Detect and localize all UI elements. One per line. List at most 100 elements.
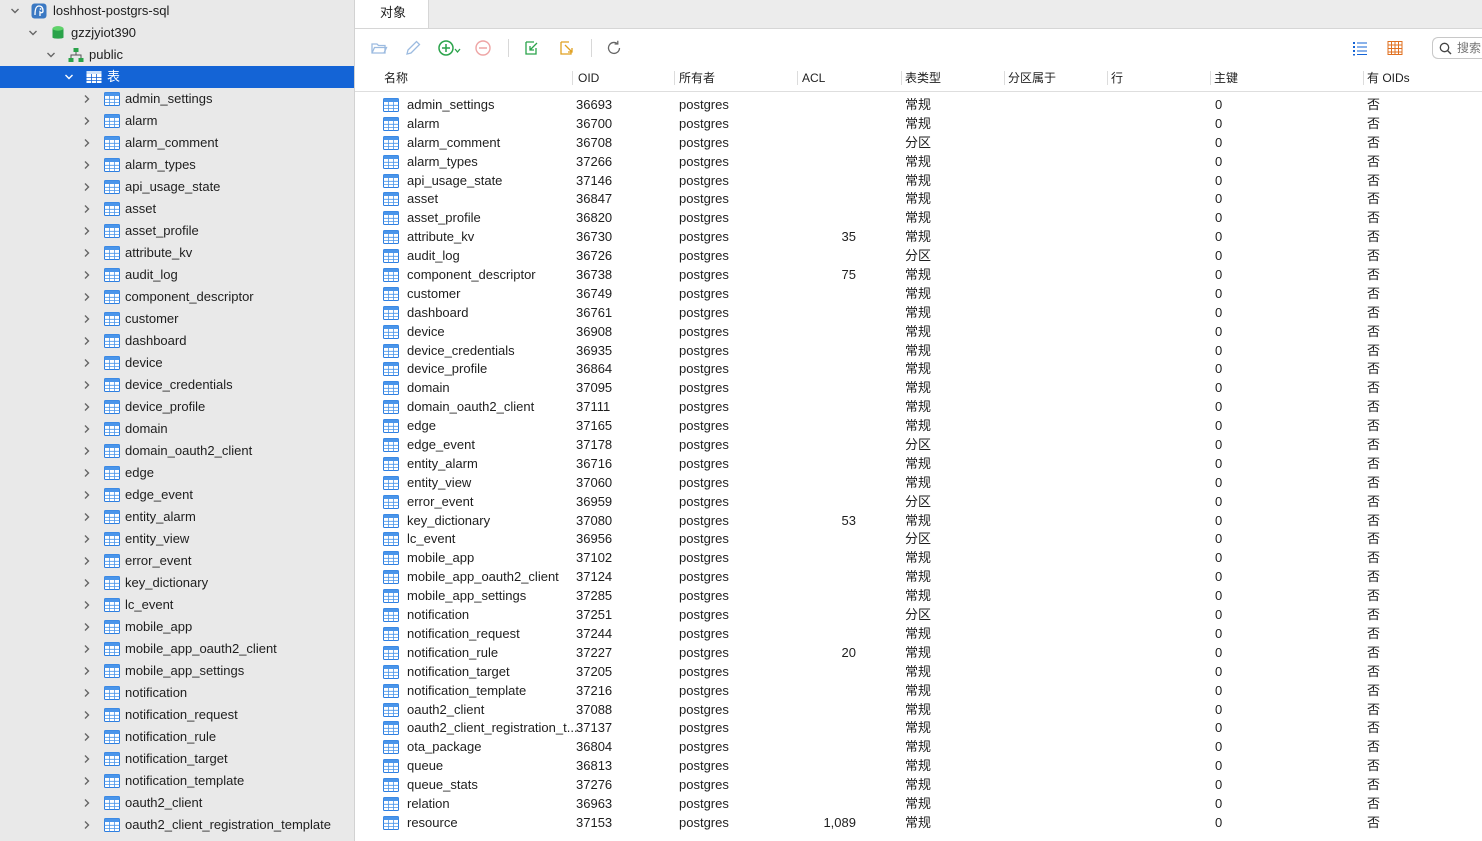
tree-node-database[interactable]: gzzjyiot390	[0, 22, 354, 44]
column-header-rows[interactable]: 行	[1111, 66, 1123, 91]
table-row[interactable]: mobile_app_settings 37285 postgres 常规 0 否	[355, 586, 1482, 605]
chevron-right-icon[interactable]	[80, 330, 94, 352]
table-row[interactable]: entity_view 37060 postgres 常规 0 否	[355, 473, 1482, 492]
chevron-down-icon[interactable]	[44, 44, 58, 66]
table-row[interactable]: domain_oauth2_client 37111 postgres 常规 0 否	[355, 397, 1482, 416]
table-row[interactable]: api_usage_state 37146 postgres 常规 0 否	[355, 171, 1482, 190]
tree-item-table[interactable]: notification_rule	[0, 726, 354, 748]
refresh-icon[interactable]	[604, 38, 624, 58]
chevron-right-icon[interactable]	[80, 418, 94, 440]
table-row[interactable]: ota_package 36804 postgres 常规 0 否	[355, 737, 1482, 756]
column-divider[interactable]	[674, 71, 675, 85]
tab-objects[interactable]: 对象	[355, 0, 429, 28]
column-divider[interactable]	[797, 71, 798, 85]
column-header-oid[interactable]: OID	[578, 66, 599, 91]
table-row[interactable]: error_event 36959 postgres 分区 0 否	[355, 492, 1482, 511]
column-header-owner[interactable]: 所有者	[679, 66, 715, 91]
chevron-right-icon[interactable]	[80, 814, 94, 836]
tree-item-table[interactable]: attribute_kv	[0, 242, 354, 264]
table-row[interactable]: key_dictionary 37080 postgres 常规 53 0 否	[355, 511, 1482, 530]
chevron-right-icon[interactable]	[80, 220, 94, 242]
tree-item-table[interactable]: domain	[0, 418, 354, 440]
table-row[interactable]: entity_alarm 36716 postgres 常规 0 否	[355, 454, 1482, 473]
tree-item-table[interactable]: alarm_comment	[0, 132, 354, 154]
tree-item-table[interactable]: device_profile	[0, 396, 354, 418]
chevron-right-icon[interactable]	[80, 396, 94, 418]
tree-item-table[interactable]: dashboard	[0, 330, 354, 352]
chevron-right-icon[interactable]	[80, 770, 94, 792]
column-divider[interactable]	[572, 71, 573, 85]
column-divider[interactable]	[1004, 71, 1005, 85]
tree-item-table[interactable]: audit_log	[0, 264, 354, 286]
table-row[interactable]: alarm_types 37266 postgres 常规 0 否	[355, 152, 1482, 171]
table-row[interactable]: customer 36749 postgres 常规 0 否	[355, 284, 1482, 303]
chevron-right-icon[interactable]	[80, 572, 94, 594]
chevron-down-icon[interactable]	[62, 66, 76, 88]
chevron-right-icon[interactable]	[80, 462, 94, 484]
list-view-icon[interactable]	[1350, 38, 1370, 58]
chevron-down-icon[interactable]	[8, 0, 22, 22]
table-row[interactable]: notification 37251 postgres 分区 0 否	[355, 605, 1482, 624]
tree-item-table[interactable]: error_event	[0, 550, 354, 572]
export-icon[interactable]	[556, 38, 576, 58]
tree-item-table[interactable]: key_dictionary	[0, 572, 354, 594]
column-divider[interactable]	[1107, 71, 1108, 85]
delete-table-icon[interactable]	[473, 38, 493, 58]
chevron-right-icon[interactable]	[80, 528, 94, 550]
chevron-right-icon[interactable]	[80, 726, 94, 748]
table-row[interactable]: notification_rule 37227 postgres 常规 20 0 否	[355, 643, 1482, 662]
chevron-right-icon[interactable]	[80, 352, 94, 374]
column-header-table-type[interactable]: 表类型	[905, 66, 941, 91]
tree-item-table[interactable]: notification_target	[0, 748, 354, 770]
table-row[interactable]: notification_request 37244 postgres 常规 0 否	[355, 624, 1482, 643]
table-row[interactable]: domain 37095 postgres 常规 0 否	[355, 378, 1482, 397]
tree-item-table[interactable]: mobile_app	[0, 616, 354, 638]
tree-item-table[interactable]: edge_event	[0, 484, 354, 506]
tree-item-table[interactable]: notification	[0, 682, 354, 704]
tree-item-table[interactable]: domain_oauth2_client	[0, 440, 354, 462]
import-icon[interactable]	[521, 38, 541, 58]
chevron-right-icon[interactable]	[80, 748, 94, 770]
chevron-right-icon[interactable]	[80, 308, 94, 330]
table-row[interactable]: device_profile 36864 postgres 常规 0 否	[355, 359, 1482, 378]
table-row[interactable]: admin_settings 36693 postgres 常规 0 否	[355, 95, 1482, 114]
search-box[interactable]	[1432, 37, 1482, 59]
table-row[interactable]: queue 36813 postgres 常规 0 否	[355, 756, 1482, 775]
chevron-down-icon[interactable]	[26, 22, 40, 44]
chevron-right-icon[interactable]	[80, 88, 94, 110]
table-row[interactable]: edge 37165 postgres 常规 0 否	[355, 416, 1482, 435]
chevron-right-icon[interactable]	[80, 374, 94, 396]
table-row[interactable]: device_credentials 36935 postgres 常规 0 否	[355, 341, 1482, 360]
tree-item-table[interactable]: edge	[0, 462, 354, 484]
table-row[interactable]: asset_profile 36820 postgres 常规 0 否	[355, 208, 1482, 227]
tree-item-table[interactable]: notification_template	[0, 770, 354, 792]
chevron-right-icon[interactable]	[80, 616, 94, 638]
table-row[interactable]: notification_target 37205 postgres 常规 0 否	[355, 662, 1482, 681]
tree-node-server[interactable]: loshhost-postgrs-sql	[0, 0, 354, 22]
table-row[interactable]: alarm_comment 36708 postgres 分区 0 否	[355, 133, 1482, 152]
column-header-acl[interactable]: ACL	[802, 66, 825, 91]
tree-node-schema[interactable]: public	[0, 44, 354, 66]
table-row[interactable]: relation 36963 postgres 常规 0 否	[355, 794, 1482, 813]
chevron-right-icon[interactable]	[80, 110, 94, 132]
chevron-right-icon[interactable]	[80, 440, 94, 462]
chevron-right-icon[interactable]	[80, 286, 94, 308]
chevron-right-icon[interactable]	[80, 704, 94, 726]
table-row[interactable]: resource 37153 postgres 常规 1,089 0 否	[355, 813, 1482, 832]
table-row[interactable]: oauth2_client 37088 postgres 常规 0 否	[355, 700, 1482, 719]
tree-item-table[interactable]: asset_profile	[0, 220, 354, 242]
tree-item-table[interactable]: notification_request	[0, 704, 354, 726]
column-header-name[interactable]: 名称	[384, 66, 408, 91]
tree-item-table[interactable]: mobile_app_settings	[0, 660, 354, 682]
search-input[interactable]	[1457, 40, 1482, 56]
open-table-icon[interactable]	[369, 38, 389, 58]
tree-item-table[interactable]: oauth2_client	[0, 792, 354, 814]
chevron-right-icon[interactable]	[80, 506, 94, 528]
tree-item-table[interactable]: lc_event	[0, 594, 354, 616]
table-row[interactable]: mobile_app 37102 postgres 常规 0 否	[355, 548, 1482, 567]
column-divider[interactable]	[1210, 71, 1211, 85]
tree-item-table[interactable]: entity_alarm	[0, 506, 354, 528]
tree-item-table[interactable]: alarm_types	[0, 154, 354, 176]
column-header-has-oids[interactable]: 有 OIDs	[1367, 66, 1410, 91]
table-row[interactable]: attribute_kv 36730 postgres 常规 35 0 否	[355, 227, 1482, 246]
